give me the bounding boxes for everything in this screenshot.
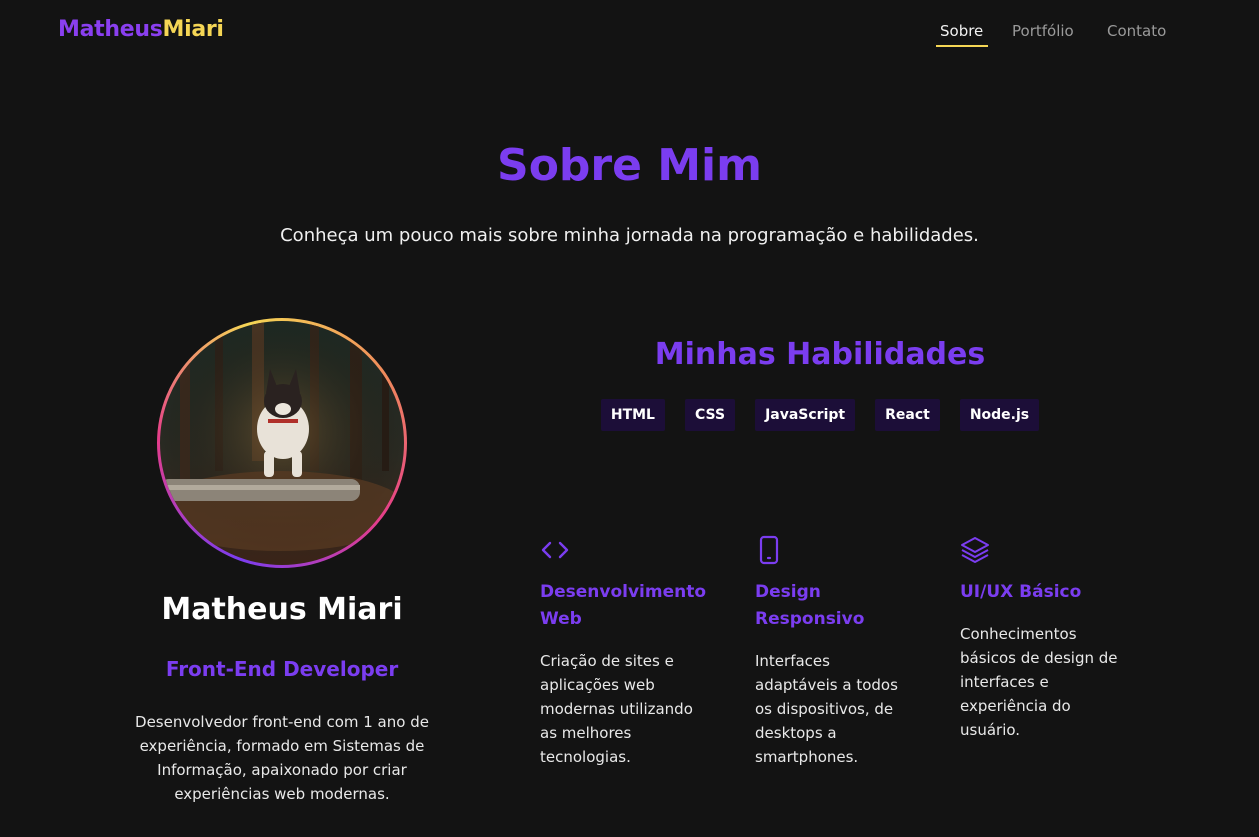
profile-name: Matheus Miari: [161, 592, 403, 627]
skill-tag: Node.js: [959, 399, 1040, 431]
page-subtitle: Conheça um pouco mais sobre minha jornad…: [280, 225, 979, 246]
nav-sobre[interactable]: Sobre: [940, 22, 983, 40]
skill-tag: React: [875, 399, 940, 431]
avatar-photo: [160, 321, 404, 565]
page-title: Sobre Mim: [497, 140, 762, 191]
avatar: [160, 321, 404, 565]
card-title: Design Responsivo: [755, 582, 865, 629]
card-title: Desenvolvimento Web: [540, 582, 707, 629]
card-text: Criação de sites e aplicações web modern…: [540, 652, 693, 766]
skill-tag: HTML: [600, 399, 665, 431]
card-text: Conhecimentos básicos de design de inter…: [960, 625, 1118, 739]
main-nav: Sobre Portfólio Contato: [0, 22, 1259, 52]
avatar-ring: [157, 318, 407, 568]
skills-title: Minhas Habilidades: [654, 337, 986, 372]
service-card: Desenvolvimento Web Criação de sites e a…: [540, 535, 707, 769]
card-title: UI/UX Básico: [960, 582, 1082, 602]
skill-tag: CSS: [684, 399, 736, 431]
profile-role: Front-End Developer: [165, 657, 399, 681]
card-text: Interfaces adaptáveis a todos os disposi…: [755, 652, 898, 766]
skill-tags: HTML CSS JavaScript React Node.js: [540, 399, 1100, 431]
profile-bio: Desenvolvedor front-end com 1 ano de exp…: [135, 713, 429, 803]
nav-contato[interactable]: Contato: [1107, 22, 1166, 40]
nav-portfolio[interactable]: Portfólio: [1012, 22, 1074, 40]
smartphone-icon: [759, 535, 779, 565]
service-card: Design Responsivo Interfaces adaptáveis …: [755, 535, 915, 769]
service-card: UI/UX Básico Conhecimentos básicos de de…: [960, 535, 1120, 742]
code-icon: [541, 541, 569, 559]
active-nav-underline: [936, 45, 988, 47]
layers-icon: [961, 537, 989, 563]
skill-tag: JavaScript: [755, 399, 856, 431]
